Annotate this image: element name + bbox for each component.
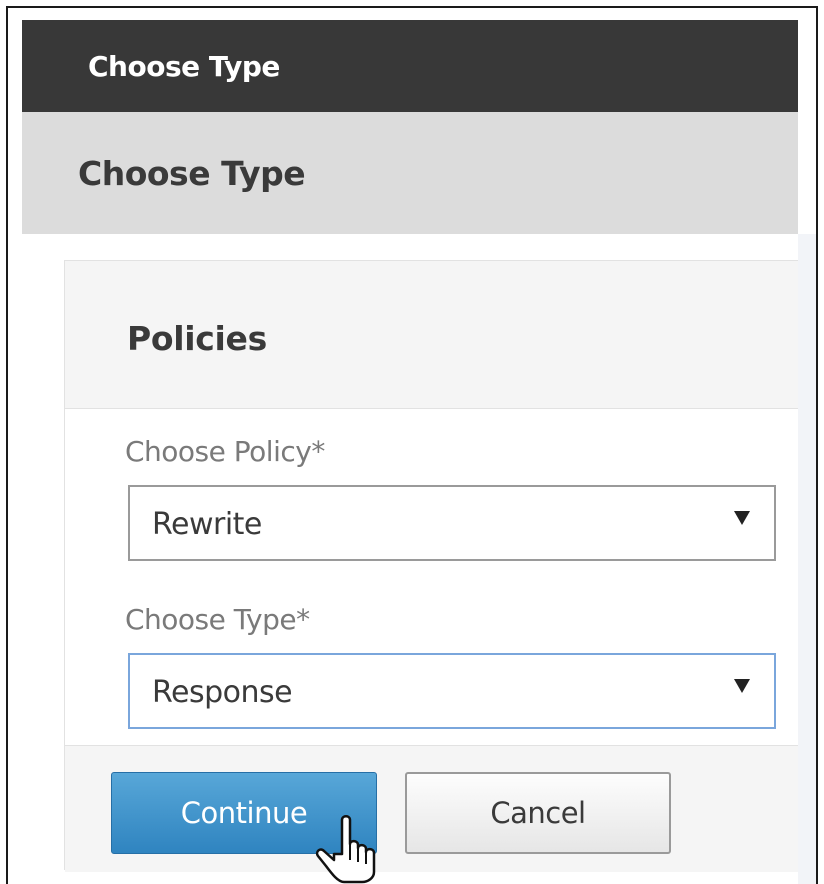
panel-footer: Continue Cancel (65, 745, 798, 872)
panel-title: Policies (127, 319, 267, 358)
title-bar: Choose Type (22, 20, 798, 112)
chevron-down-icon (734, 511, 750, 525)
choose-type-select[interactable]: Response (128, 653, 776, 729)
scroll-region (798, 234, 816, 884)
choose-type-label: Choose Type* (125, 603, 310, 636)
choose-policy-label: Choose Policy* (125, 435, 325, 468)
window-title: Choose Type (88, 50, 280, 83)
panel-header: Policies (65, 261, 798, 407)
section-header: Choose Type (22, 112, 798, 234)
choose-type-value: Response (152, 675, 293, 710)
panel-body: Choose Policy* Rewrite Choose Type* Resp… (65, 408, 798, 745)
choose-policy-value: Rewrite (152, 507, 262, 542)
hand-pointer-icon (315, 815, 376, 884)
section-title: Choose Type (78, 154, 306, 193)
chevron-down-icon (734, 679, 750, 693)
choose-policy-select[interactable]: Rewrite (128, 485, 776, 561)
policies-panel: Policies Choose Policy* Rewrite Choose T… (64, 260, 798, 872)
cancel-button[interactable]: Cancel (405, 772, 671, 854)
